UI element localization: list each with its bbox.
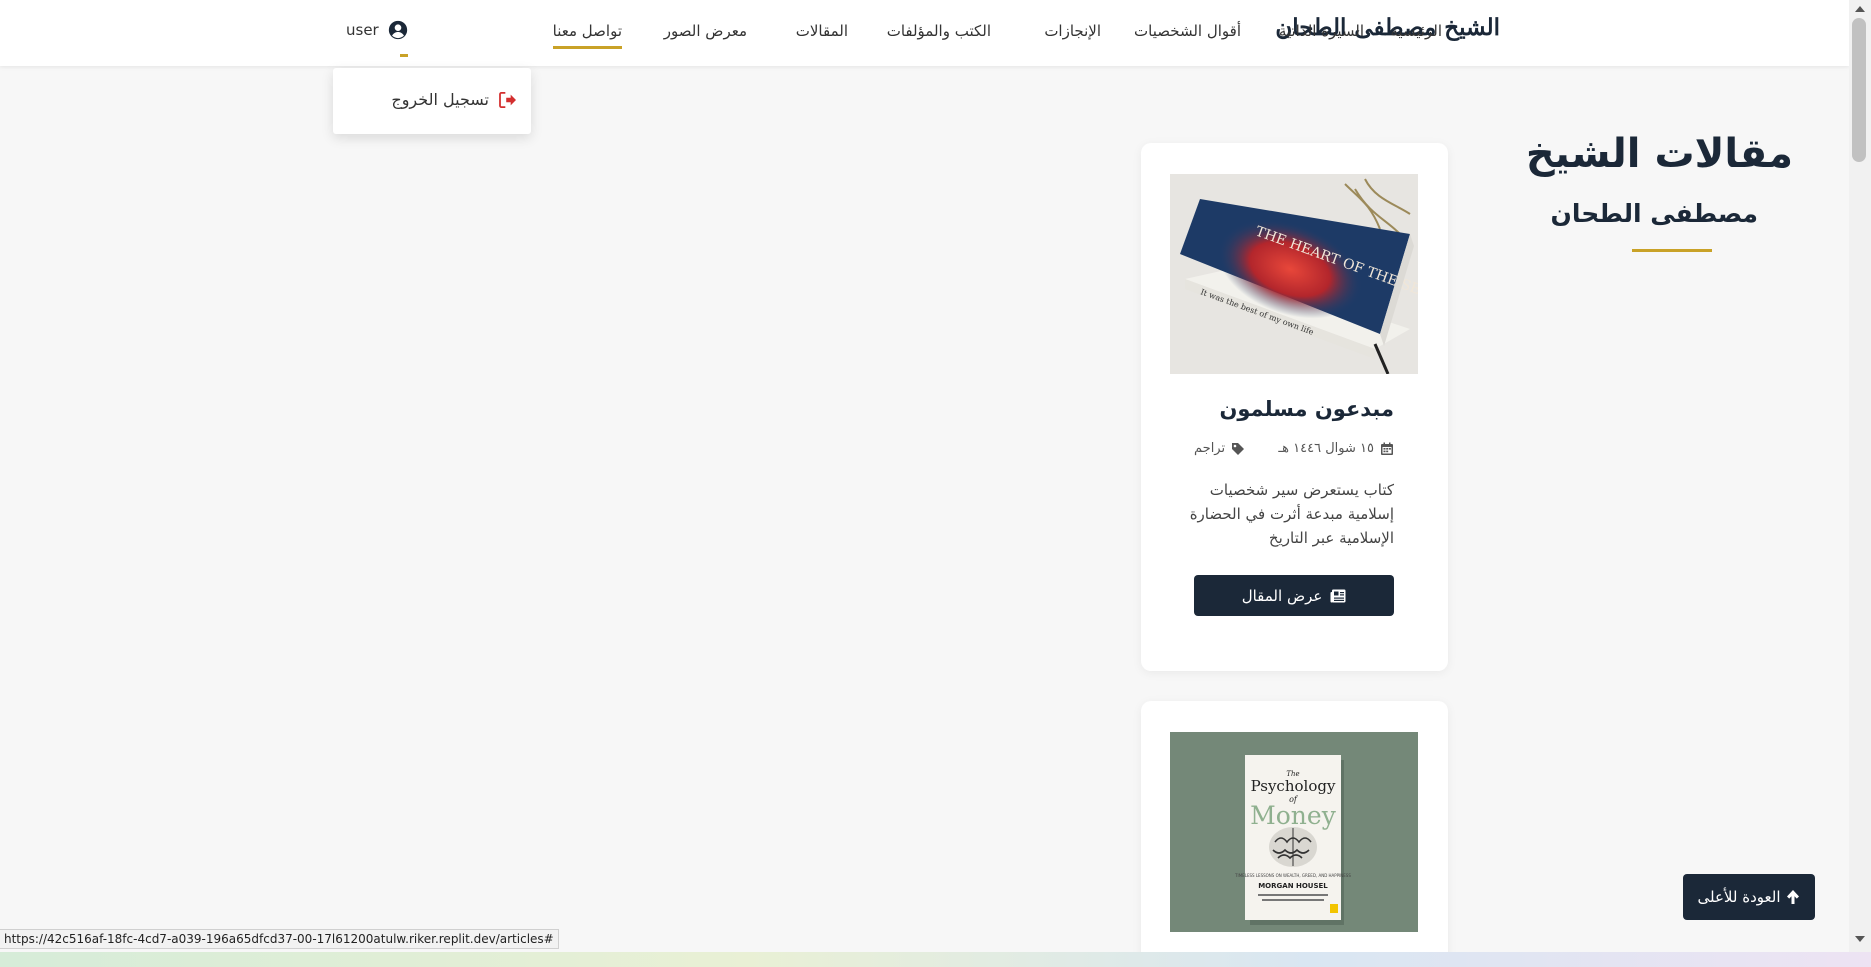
back-to-top-button[interactable]: العودة للأعلى [1683,874,1815,920]
os-taskbar [0,952,1871,967]
page-subtitle: مصطفى الطحان [1550,199,1758,228]
page-title: مقالات الشيخ [1525,131,1793,177]
cover-author: MORGAN HOUSEL [1258,882,1328,890]
article-date: ١٥ شوال ١٤٤٦ هـ [1278,441,1394,456]
nav-item-books[interactable]: الكتب والمؤلفات [887,22,991,40]
user-name: user [346,21,379,39]
navbar: الشيخ مصطفى الطحان الرئيسية السيرة الذات… [0,0,1849,66]
cover-title-line4: Money [1250,801,1337,830]
scrollbar-thumb[interactable] [1852,18,1866,162]
article-category[interactable]: تراجم [1194,441,1245,456]
nav-item-gallery[interactable]: معرض الصور [664,22,747,40]
scroll-down-arrow-icon[interactable] [1855,936,1865,942]
user-menu-toggle[interactable]: user [346,19,409,41]
tag-icon [1232,442,1245,455]
article-excerpt: كتاب يستعرض سير شخصيات إسلامية مبدعة أثر… [1189,481,1394,547]
nav-item-contact[interactable]: تواصل معنا [552,22,623,49]
view-article-button[interactable]: عرض المقال [1194,575,1394,616]
article-cover-image[interactable]: The Psychology of Money TIMELESS LESSONS… [1170,732,1418,932]
calendar-icon [1381,442,1393,455]
logout-link[interactable]: تسجيل الخروج [391,90,517,109]
title-divider [1632,249,1712,252]
nav-item-home[interactable]: الرئيسية [1390,22,1442,40]
article-meta: ١٥ شوال ١٤٤٦ هـ تراجم [1194,441,1394,456]
article-title[interactable]: مبدعون مسلمون [1219,397,1394,421]
cover-subtitle: TIMELESS LESSONS ON WEALTH, GREED, AND H… [1234,873,1351,878]
newspaper-icon [1330,589,1346,602]
view-article-label: عرض المقال [1241,586,1323,605]
scroll-up-arrow-icon[interactable] [1855,6,1865,12]
article-card: The Psychology of Money TIMELESS LESSONS… [1141,701,1448,967]
logout-label: تسجيل الخروج [391,90,489,109]
nav-item-quotes[interactable]: أقوال الشخصيات [1134,22,1241,40]
nav-item-articles[interactable]: المقالات [796,22,848,40]
brain-illustration [1269,827,1317,867]
link-status-url: https://42c516af-18fc-4cd7-a039-196a65df… [0,929,559,949]
nav-item-biography[interactable]: السيرة الذاتية [1279,22,1364,40]
cover-title-line2: Psychology [1251,777,1336,795]
user-menu-indicator [400,54,408,57]
article-cover-image[interactable]: THE HEART OF THE SEA It was the best of … [1170,174,1418,374]
sign-out-icon [499,91,516,108]
user-dropdown: تسجيل الخروج [333,68,531,134]
back-to-top-label: العودة للأعلى [1697,888,1781,906]
article-category-text: تراجم [1194,441,1226,456]
article-card: THE HEART OF THE SEA It was the best of … [1141,143,1448,671]
page: الشيخ مصطفى الطحان الرئيسية السيرة الذات… [0,0,1871,967]
article-date-text: ١٥ شوال ١٤٤٦ هـ [1278,441,1374,456]
user-circle-icon [388,20,407,40]
nav-item-achievements[interactable]: الإنجازات [1044,22,1101,40]
arrow-up-icon [1787,890,1800,904]
